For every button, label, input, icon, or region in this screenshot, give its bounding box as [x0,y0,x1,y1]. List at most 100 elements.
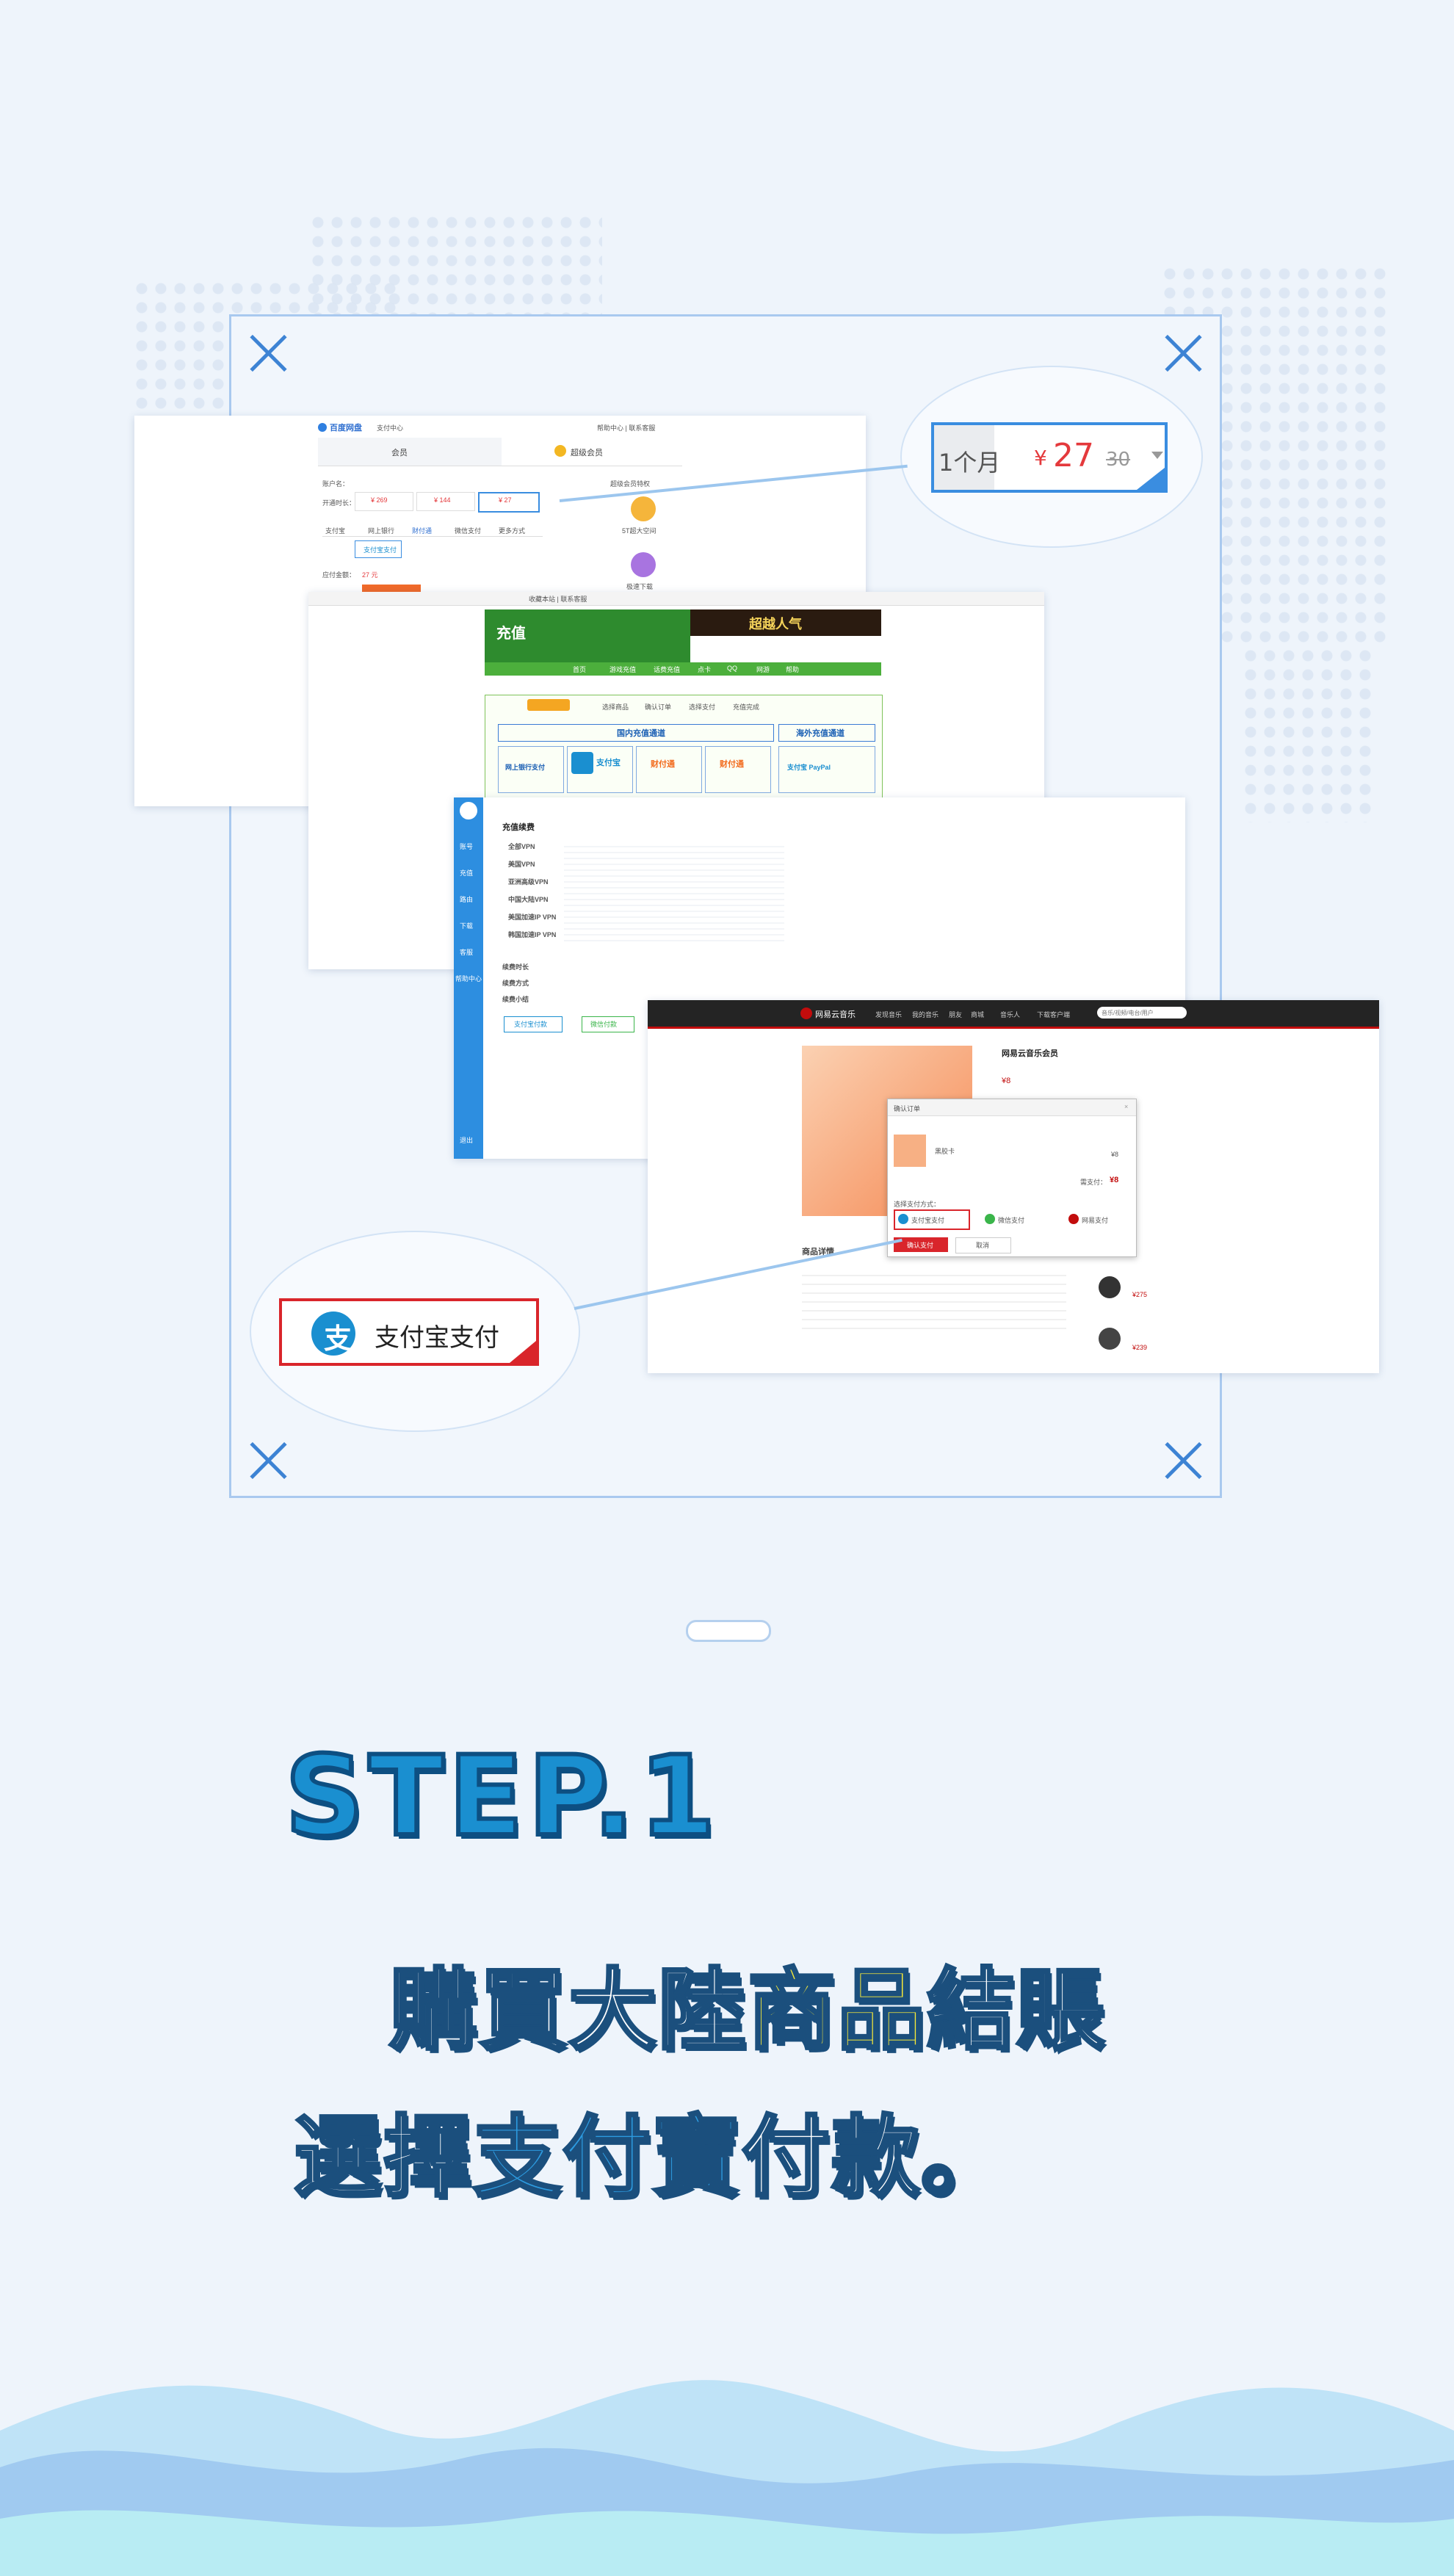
ne-nav-0[interactable]: 发现音乐 [875,1010,902,1019]
dialog-close-icon[interactable]: × [1124,1103,1128,1110]
ns-nav-2[interactable]: 话费充值 [654,665,680,674]
dialog-total-label: 需支付： [1080,1179,1107,1186]
amount-label: 应付金额： [322,571,356,579]
corner-x-icon-bl [248,1441,288,1480]
side-price-2: ¥239 [1132,1344,1148,1351]
svip-side-2: 极速下载 [626,583,654,590]
method-wechat[interactable]: 微信支付 [998,1215,1024,1225]
vpn-plan-0[interactable]: 全部VPN [508,842,535,851]
ns-method-4[interactable]: 支付宝 PayPal [787,762,831,772]
baidu-top-links[interactable]: 帮助中心 | 联系客服 [597,423,655,433]
ne-nav-3[interactable]: 商城 [971,1010,984,1019]
ns-step-1: 确认订单 [645,703,672,711]
vpn-alipay-button[interactable]: 支付宝付款 [514,1019,547,1029]
amount-value: 27 元 [362,571,378,579]
vpn-plan-2[interactable]: 亚洲高级VPN [508,877,549,886]
vpn-side-5[interactable]: 帮助中心 [455,974,482,983]
pay-method-3[interactable]: 微信支付 [455,526,481,535]
month-label: 1个月 [938,449,1001,477]
dialog-total: ¥8 [1110,1176,1119,1184]
line1-c: 結賬 [925,1958,1106,2063]
vpn-pay: 续费小结 [502,996,529,1003]
headphone-icon [1099,1276,1121,1298]
ns-step-2: 选择支付 [689,703,716,711]
baidu-alipay-option[interactable]: 支付宝支付 [364,545,397,554]
pay-method-1[interactable]: 网上银行 [368,526,394,535]
method-label: 选择支付方式： [894,1201,941,1208]
option-6[interactable]: ¥ 144 [434,496,451,504]
ns-nav-6[interactable]: 帮助 [786,665,799,674]
vpn-wechat-button[interactable]: 微信付款 [590,1019,617,1029]
ns-method-0[interactable]: 网上银行支付 [505,762,545,772]
cancel-button[interactable]: 取消 [976,1240,989,1250]
vpn-duration: 续费时长 [502,963,529,971]
headline-line-2: 選擇支付寶付款。 [292,2085,1010,2213]
ns-nav-0[interactable]: 首页 [573,665,586,674]
vpn-plan-3[interactable]: 中国大陆VPN [508,894,549,904]
one-month-option[interactable]: 1个月 ¥ 27 30 [931,422,1168,493]
option-12[interactable]: ¥ 269 [371,496,388,504]
netease-search-input[interactable] [1097,1007,1187,1019]
vpn-plan-4[interactable]: 美国加速IP VPN [508,912,556,922]
vpn-plan-1[interactable]: 美国VPN [508,859,535,869]
price-value: 27 [1053,437,1094,474]
wechat-icon [985,1214,995,1224]
chevron-down-icon [1151,452,1163,459]
ne-nav-1[interactable]: 我的音乐 [912,1010,938,1019]
step-title: STEP.1 [283,1731,720,1863]
vpn-method: 续费方式 [502,980,529,987]
netease-price: ¥8 [1002,1077,1011,1085]
corner-x-icon-tl [248,333,288,373]
method-alipay[interactable]: 支付宝支付 [911,1215,944,1225]
corner-x-icon-tr [1163,333,1203,373]
confirm-pay-button[interactable]: 确认支付 [907,1240,933,1250]
pay-method-2[interactable]: 财付通 [412,526,432,535]
option-1[interactable]: ¥ 27 [499,496,512,504]
ns-nav-1[interactable]: 游戏充值 [610,665,636,674]
ns-top-links[interactable]: 收藏本站 | 联系客服 [529,594,587,604]
ne-nav-2[interactable]: 朋友 [949,1010,962,1019]
vpn-side-4[interactable]: 客服 [460,947,473,957]
line2-c: 付款。 [740,2105,1010,2210]
map-dots-right2 [1241,646,1373,822]
dialog-title: 确认订单 [894,1105,921,1112]
confirm-order-dialog: 确认订单 × 黑胶卡 ¥8 需支付： ¥8 选择支付方式： 支付宝支付 微信支付… [887,1099,1137,1257]
selected-check-icon-red [510,1341,536,1363]
ns-nav-5[interactable]: 网游 [756,665,770,674]
line2-b: 支付寶 [471,2105,742,2210]
page-indicator[interactable] [686,1620,771,1642]
tab-vip[interactable]: 会员 [391,446,408,458]
pay-method-4[interactable]: 更多方式 [499,526,525,535]
ns-method-2[interactable]: 财付通 [651,758,675,770]
alipay-pay-option[interactable]: 支 支付宝支付 [279,1298,539,1366]
ne-nav-4[interactable]: 音乐人 [1000,1010,1020,1019]
dialog-item-price: ¥8 [1111,1151,1119,1158]
svip-side-1: 5T超大空间 [622,527,657,535]
headline-line-1: 購買大陸商品結賬 [388,1939,1106,2066]
ns-method-1[interactable]: 支付宝 [596,756,621,768]
ns-nav-3[interactable]: 点卡 [698,665,711,674]
vpn-side-0[interactable]: 账号 [460,842,473,851]
pay-method-0[interactable]: 支付宝 [325,526,345,535]
months-label: 开通时长： [322,499,356,507]
price-currency: ¥ [1034,446,1047,470]
wave-front [0,2510,1454,2576]
vpn-side-2[interactable]: 路由 [460,894,473,904]
ns-nav-4[interactable]: QQ [727,665,737,672]
ns-step-3: 充值完成 [733,703,760,711]
vpn-side-6[interactable]: 退出 [460,1135,473,1145]
ns-step-0: 选择商品 [602,703,629,711]
ns-method-3[interactable]: 财付通 [720,758,744,770]
vpn-plan-5[interactable]: 韩国加速IP VPN [508,930,556,939]
method-netease[interactable]: 网易支付 [1082,1215,1108,1225]
dialog-item: 黑胶卡 [935,1148,955,1155]
ne-nav-5[interactable]: 下载客户端 [1037,1010,1070,1019]
vpn-side-3[interactable]: 下载 [460,921,473,930]
headphone-icon-2 [1099,1328,1121,1350]
tab-svip[interactable]: 超级会员 [571,446,603,458]
price-original: 30 [1106,449,1131,471]
baidu-cloud-icon [318,423,327,432]
ns-brand: 充值 [496,626,526,642]
vpn-side-1[interactable]: 充值 [460,868,473,878]
baidu-brand: 百度网盘 [330,424,362,433]
